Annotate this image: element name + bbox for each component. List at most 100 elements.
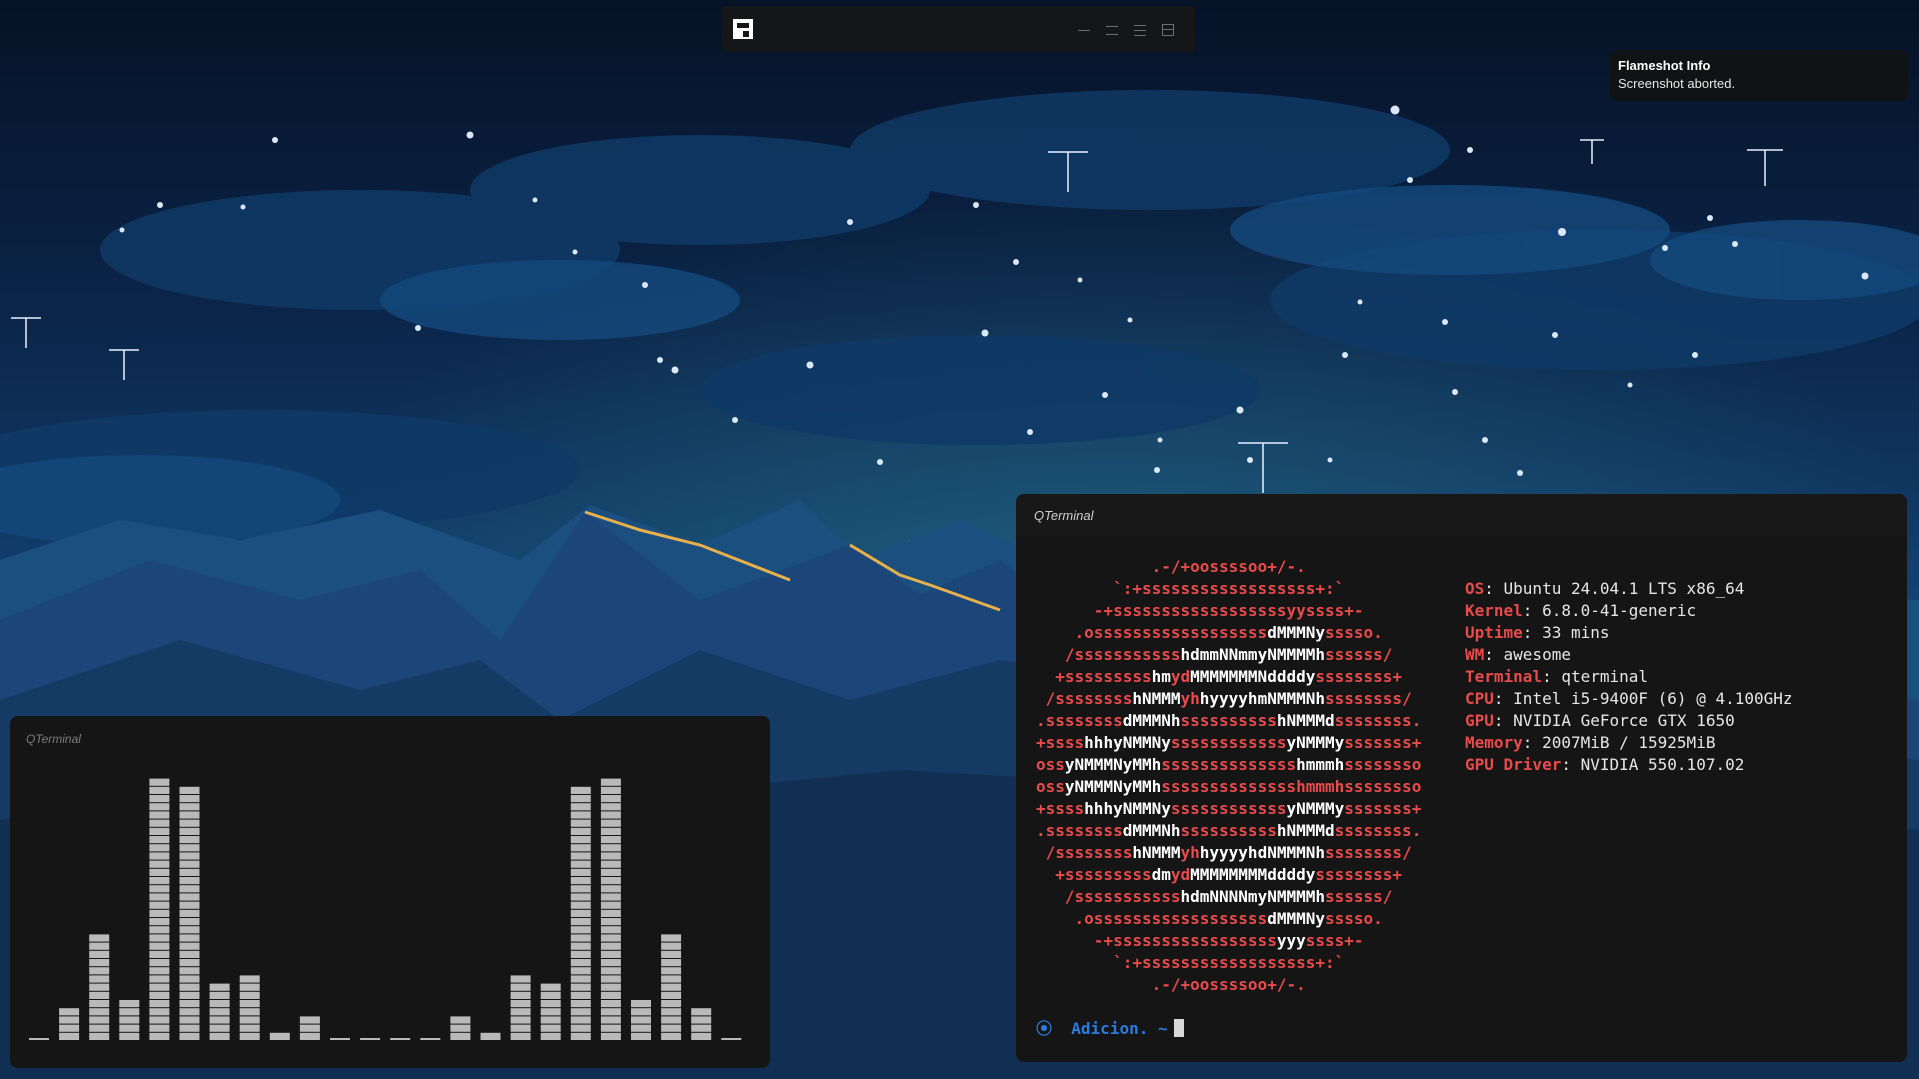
logo-segment: hNMMM [1132,843,1181,862]
logo-segment: hdmNNNNmyNMMMMh [1180,887,1326,906]
floating-layout-icon[interactable] [1162,24,1174,36]
visualizer-bar [450,1016,471,1040]
logo-segment: ssssss/ [1325,645,1393,664]
visualizer-bar [390,1038,411,1040]
logo-segment: .-/+oossssoo+/-. [1036,557,1306,576]
logo-segment: dMMMNh [1122,821,1181,840]
logo-segment: ssssssss. [1334,711,1422,730]
info-separator: : [1561,755,1581,774]
logo-segment: .ssssssss [1036,821,1123,840]
info-separator: : [1484,645,1504,664]
logo-segment: hNMMMd [1276,711,1335,730]
logo-segment: /sssssssssss [1036,645,1181,664]
tile-layout-icon[interactable] [1078,24,1090,36]
visualizer-bar [119,1000,140,1040]
logo-segment: `:+ssssssssssssssssss+:` [1036,579,1345,598]
logo-line: +ssssssssshmydMMMMMMMNddddyssssssss+ [1036,666,1421,688]
shell-prompt[interactable]: ⦿ Adicion. ~ [1036,1018,1184,1040]
notification-title: Flameshot Info [1618,58,1711,73]
info-row: GPU Driver: NVIDIA 550.107.02 [1465,754,1793,776]
logo-segment: ssss+- [1305,931,1364,950]
logo-segment: hNMMM [1132,689,1181,708]
logo-line: -+ssssssssssssssssssyyssss+- [1036,600,1421,622]
visualizer-bar [179,786,200,1040]
info-row: Kernel: 6.8.0-41-generic [1465,600,1793,622]
info-row: CPU: Intel i5-9400F (6) @ 4.100GHz [1465,688,1793,710]
info-row: Memory: 2007MiB / 15925MiB [1465,732,1793,754]
logo-line: +sssshhhyNMMNyssssssssssssyNMMMysssssss+ [1036,732,1421,754]
info-row: WM: awesome [1465,644,1793,666]
logo-line: /sssssssshNMMMyhhyyyyhmNMMMNhssssssss/ [1036,688,1421,710]
visualizer-bar [239,975,260,1040]
info-row: OS: Ubuntu 24.04.1 LTS x86_64 [1465,578,1793,600]
visualizer-bar [691,1008,712,1040]
visualizer-bar [360,1038,381,1040]
logo-segment: yh [1180,689,1200,708]
visualizer-bar [631,1000,651,1040]
titlebar[interactable]: QTerminal [1016,494,1907,536]
ubuntu-icon: ⦿ [1036,1019,1053,1038]
logo-segment: -+ssssssssssssssssssyyssss+- [1036,601,1364,620]
info-value: 6.8.0-41-generic [1542,601,1697,620]
logo-segment: dm [1151,865,1171,884]
info-key: Uptime [1465,623,1523,642]
visualizer-bar [540,983,561,1040]
logo-segment: dMMMNy [1267,909,1325,928]
info-separator: : [1522,623,1543,642]
info-separator: : [1522,733,1543,752]
fair-layout-icon[interactable] [1106,24,1118,36]
info-key: GPU Driver [1465,755,1562,774]
text-cursor [1173,1019,1184,1037]
visualizer-bar [480,1032,501,1040]
logo-line: /sssssssshNMMMyhhyyyyhdNMMMNhssssssss/ [1036,842,1421,864]
awesome-launcher-icon[interactable] [733,19,753,39]
logo-segment: yh [1180,843,1200,862]
neofetch-terminal-window[interactable]: QTerminal .-/+oossssoo+/-. `:+ssssssssss… [1016,494,1907,1062]
logo-segment: ssssssss/ [1325,843,1412,862]
logo-line: -+sssssssssssssssssyyyssss+- [1036,930,1421,952]
logo-segment: `:+ssssssssssssssssss+:` [1036,953,1345,972]
logo-line: +sssshhhyNMMNyssssssssssssyNMMMysssssss+ [1036,798,1421,820]
logo-segment: ssssssss+ [1315,865,1403,884]
visualizer-terminal-window[interactable]: QTerminal [10,716,770,1068]
info-key: Terminal [1465,667,1543,686]
logo-segment: ssssssssss [1180,711,1277,730]
visualizer-bar [59,1008,80,1040]
info-value: 2007MiB / 15925MiB [1542,733,1716,752]
info-value: Intel i5-9400F (6) @ 4.100GHz [1513,689,1793,708]
window-title: QTerminal [1034,508,1094,523]
logo-line: .ossssssssssssssssssdMMMNysssso. [1036,622,1421,644]
logo-segment: yNMMMNyMMh [1064,755,1162,774]
logo-segment: +sssssssss [1036,865,1152,884]
info-separator: : [1493,689,1514,708]
logo-segment: ssssssss+ [1315,667,1403,686]
logo-segment: ssssssss. [1334,821,1422,840]
logo-segment: MMMMMMMNddddy [1190,667,1316,686]
logo-segment: ssssssssssss [1170,799,1287,818]
logo-segment: sssso. [1324,909,1383,928]
info-value: NVIDIA GeForce GTX 1650 [1513,711,1735,730]
logo-line: `:+ssssssssssssssssss+:` [1036,578,1421,600]
info-key: OS [1465,579,1485,598]
info-key: GPU [1465,711,1494,730]
logo-segment: sssssss+ [1344,733,1422,752]
info-key: Kernel [1465,601,1523,620]
logo-segment: ssssssssssss [1170,733,1287,752]
visualizer-bar [721,1038,742,1040]
logo-segment: +ssss [1036,799,1085,818]
visualizer-bar [510,975,531,1040]
max-layout-icon[interactable] [1134,24,1146,36]
logo-line: .ssssssssdMMMNhsssssssssshNMMMdssssssss. [1036,710,1421,732]
logo-segment: .-/+oossssoo+/-. [1036,975,1306,994]
logo-segment: sssssssssssssshmmmhssssssso [1161,777,1422,796]
logo-segment: hm [1151,667,1171,686]
logo-segment: /sssssssssss [1036,887,1181,906]
logo-segment: oss [1036,777,1065,796]
logo-segment: hhhyNMMNy [1084,733,1171,752]
visualizer-bar [570,786,591,1040]
logo-segment: yd [1170,865,1191,884]
flameshot-notification[interactable]: Flameshot Info Screenshot aborted. [1610,50,1908,101]
logo-segment: ssssssso [1344,755,1422,774]
info-row: Uptime: 33 mins [1465,622,1793,644]
notification-body: Screenshot aborted. [1618,76,1736,91]
